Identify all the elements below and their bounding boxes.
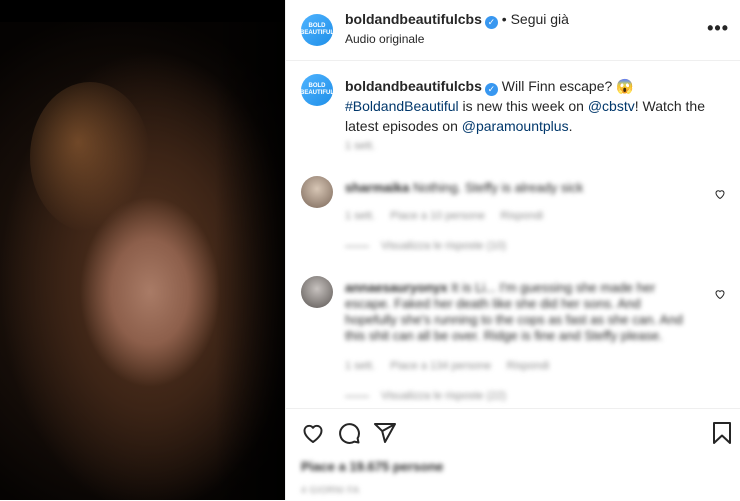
header-username-row: boldandbeautifulcbs ✓ • Segui già <box>345 11 569 29</box>
avatar-text-bottom: BEAUTIFUL <box>300 30 334 36</box>
more-icon[interactable]: ••• <box>707 18 729 39</box>
separator-dot: • <box>501 11 507 27</box>
caption-timestamp: 1 sett. <box>345 140 375 152</box>
avatar[interactable]: BOLD BEAUTIFUL <box>300 14 334 46</box>
bookmark-icon[interactable] <box>711 421 733 445</box>
comment-icon[interactable] <box>337 421 361 445</box>
comment-username[interactable]: annaesauryonyx <box>345 280 448 295</box>
follow-button[interactable]: Segui già <box>511 11 569 27</box>
header-username[interactable]: boldandbeautifulcbs <box>345 11 482 27</box>
comment-avatar[interactable] <box>301 176 333 208</box>
comment-avatar[interactable] <box>301 276 333 308</box>
heart-icon[interactable] <box>301 421 325 445</box>
post-video[interactable] <box>0 22 285 500</box>
comment-likes[interactable]: Piace a 134 persone <box>390 360 491 372</box>
audio-label[interactable]: Audio originale <box>345 32 424 46</box>
heart-icon[interactable] <box>714 288 726 300</box>
media-top-bar <box>0 0 285 22</box>
post-date: 4 GIORNI FA <box>301 485 360 495</box>
comment-text: sharmaika Nothing. Steffy is already sic… <box>345 180 695 196</box>
mention-cbstv-link[interactable]: @cbstv <box>588 98 635 114</box>
view-replies-button[interactable]: Visualizza le risposte (10) <box>345 240 506 252</box>
caption-avatar-text-top: BOLD <box>308 83 326 89</box>
caption-body-1: Will Finn escape? 😱 <box>501 78 634 94</box>
caption-username[interactable]: boldandbeautifulcbs <box>345 78 482 94</box>
caption-verified-icon: ✓ <box>484 83 498 96</box>
comment-time: 1 sett. <box>345 360 375 372</box>
comment-text: annaesauryonyx It is Li... I'm guessing … <box>345 280 695 344</box>
post-actions: Piace a 19.675 persone 4 GIORNI FA <box>286 408 740 501</box>
hashtag-link[interactable]: #BoldandBeautiful <box>345 98 459 114</box>
post-side-panel: BOLD BEAUTIFUL boldandbeautifulcbs ✓ • Se… <box>285 0 740 500</box>
verified-icon: ✓ <box>484 16 498 29</box>
heart-icon[interactable] <box>714 188 726 200</box>
view-replies-button[interactable]: Visualizza le risposte (22) <box>345 390 506 402</box>
view-replies-label: Visualizza le risposte (10) <box>381 240 507 252</box>
replies-divider <box>345 245 369 247</box>
video-frame-detail <box>30 82 150 232</box>
comment-meta: 1 sett. Piace a 10 persone Rispondi <box>345 210 543 222</box>
comment-body: Nothing. Steffy is already sick <box>412 180 584 195</box>
comment-username[interactable]: sharmaika <box>345 180 409 195</box>
video-frame-shadow <box>215 22 285 500</box>
comment-reply-button[interactable]: Rispondi <box>506 360 549 372</box>
caption-body-2: is new this week on <box>458 98 588 114</box>
replies-divider <box>345 395 369 397</box>
comment-meta: 1 sett. Piace a 134 persone Rispondi <box>345 360 549 372</box>
caption-body-4: . <box>568 118 573 134</box>
mention-paramountplus-link[interactable]: @paramountplus <box>462 118 569 134</box>
share-icon[interactable] <box>373 421 397 445</box>
view-replies-label: Visualizza le risposte (22) <box>381 390 507 402</box>
avatar-text-top: BOLD <box>308 23 326 29</box>
caption-avatar-text-bottom: BEAUTIFUL <box>300 90 334 96</box>
comment-reply-button[interactable]: Rispondi <box>500 210 543 222</box>
likes-count[interactable]: Piace a 19.675 persone <box>301 459 443 474</box>
caption-text: boldandbeautifulcbs ✓ Will Finn escape? 😱… <box>345 76 725 136</box>
comment-time: 1 sett. <box>345 210 375 222</box>
caption-avatar[interactable]: BOLD BEAUTIFUL <box>300 74 334 106</box>
post-header: BOLD BEAUTIFUL boldandbeautifulcbs ✓ • Se… <box>286 0 740 61</box>
comment-likes[interactable]: Piace a 10 persone <box>390 210 485 222</box>
